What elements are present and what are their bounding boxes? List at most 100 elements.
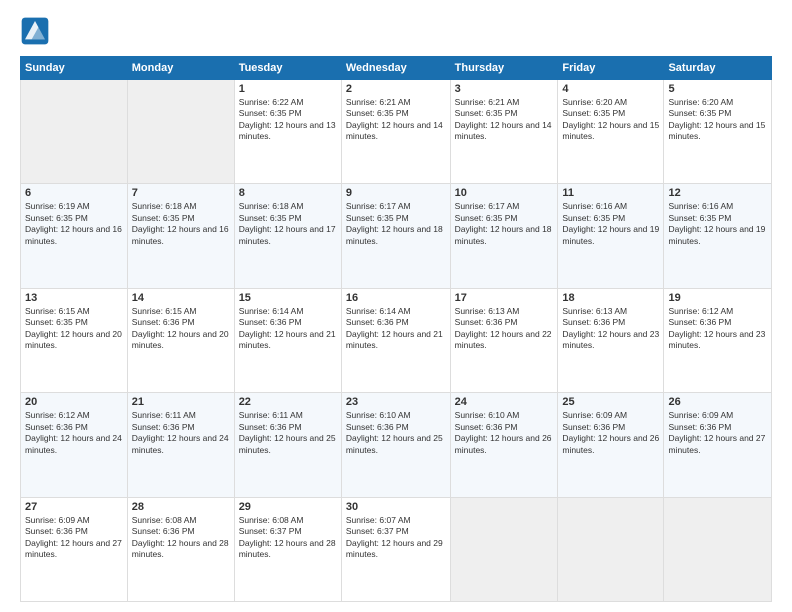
day-info: Sunrise: 6:10 AM Sunset: 6:36 PM Dayligh… <box>346 410 446 456</box>
weekday-header-row: SundayMondayTuesdayWednesdayThursdayFrid… <box>21 57 772 80</box>
week-row-4: 20Sunrise: 6:12 AM Sunset: 6:36 PM Dayli… <box>21 393 772 497</box>
day-number: 25 <box>562 396 659 408</box>
day-cell: 19 Sunrise: 6:12 AM Sunset: 6:36 PM Dayli… <box>664 288 772 392</box>
day-number: 28 <box>132 501 230 513</box>
day-info: Sunrise: 6:15 AM Sunset: 6:36 PM Dayligh… <box>132 306 230 352</box>
weekday-header-tuesday: Tuesday <box>234 57 341 80</box>
day-number: 24 <box>455 396 554 408</box>
day-info: Sunrise: 6:19 AM Sunset: 6:35 PM Dayligh… <box>25 201 123 247</box>
day-cell: 10 Sunrise: 6:17 AM Sunset: 6:35 PM Dayli… <box>450 184 558 288</box>
day-cell: 17 Sunrise: 6:13 AM Sunset: 6:36 PM Dayli… <box>450 288 558 392</box>
day-info: Sunrise: 6:15 AM Sunset: 6:35 PM Dayligh… <box>25 306 123 352</box>
week-row-2: 6 Sunrise: 6:19 AM Sunset: 6:35 PM Daylig… <box>21 184 772 288</box>
day-cell <box>558 497 664 601</box>
week-row-1: 1Sunrise: 6:22 AM Sunset: 6:35 PM Daylig… <box>21 80 772 184</box>
day-cell: 30Sunrise: 6:07 AM Sunset: 6:37 PM Dayli… <box>341 497 450 601</box>
day-number: 1 <box>239 83 337 95</box>
day-info: Sunrise: 6:13 AM Sunset: 6:36 PM Dayligh… <box>562 306 659 352</box>
day-cell: 12 Sunrise: 6:16 AM Sunset: 6:35 PM Dayli… <box>664 184 772 288</box>
day-cell: 21 Sunrise: 6:11 AM Sunset: 6:36 PM Dayli… <box>127 393 234 497</box>
day-cell: 15Sunrise: 6:14 AM Sunset: 6:36 PM Dayli… <box>234 288 341 392</box>
weekday-header-friday: Friday <box>558 57 664 80</box>
day-number: 23 <box>346 396 446 408</box>
weekday-header-thursday: Thursday <box>450 57 558 80</box>
day-number: 3 <box>455 83 554 95</box>
day-cell: 14 Sunrise: 6:15 AM Sunset: 6:36 PM Dayli… <box>127 288 234 392</box>
day-number: 21 <box>132 396 230 408</box>
day-info: Sunrise: 6:13 AM Sunset: 6:36 PM Dayligh… <box>455 306 554 352</box>
day-number: 17 <box>455 292 554 304</box>
day-cell <box>127 80 234 184</box>
day-info: Sunrise: 6:09 AM Sunset: 6:36 PM Dayligh… <box>668 410 767 456</box>
day-cell <box>450 497 558 601</box>
day-info: Sunrise: 6:09 AM Sunset: 6:36 PM Dayligh… <box>562 410 659 456</box>
day-cell: 16 Sunrise: 6:14 AM Sunset: 6:36 PM Dayli… <box>341 288 450 392</box>
weekday-header-wednesday: Wednesday <box>341 57 450 80</box>
day-cell: 27 Sunrise: 6:09 AM Sunset: 6:36 PM Dayli… <box>21 497 128 601</box>
day-number: 9 <box>346 187 446 199</box>
day-info: Sunrise: 6:12 AM Sunset: 6:36 PM Dayligh… <box>668 306 767 352</box>
day-info: Sunrise: 6:20 AM Sunset: 6:35 PM Dayligh… <box>562 97 659 143</box>
day-number: 14 <box>132 292 230 304</box>
day-cell: 1Sunrise: 6:22 AM Sunset: 6:35 PM Daylig… <box>234 80 341 184</box>
weekday-header-sunday: Sunday <box>21 57 128 80</box>
day-info: Sunrise: 6:16 AM Sunset: 6:35 PM Dayligh… <box>668 201 767 247</box>
week-row-3: 13Sunrise: 6:15 AM Sunset: 6:35 PM Dayli… <box>21 288 772 392</box>
day-cell: 4 Sunrise: 6:20 AM Sunset: 6:35 PM Daylig… <box>558 80 664 184</box>
week-row-5: 27 Sunrise: 6:09 AM Sunset: 6:36 PM Dayli… <box>21 497 772 601</box>
day-number: 11 <box>562 187 659 199</box>
day-cell: 11 Sunrise: 6:16 AM Sunset: 6:35 PM Dayli… <box>558 184 664 288</box>
page: SundayMondayTuesdayWednesdayThursdayFrid… <box>0 0 792 612</box>
day-info: Sunrise: 6:18 AM Sunset: 6:35 PM Dayligh… <box>132 201 230 247</box>
day-cell: 7 Sunrise: 6:18 AM Sunset: 6:35 PM Daylig… <box>127 184 234 288</box>
day-number: 16 <box>346 292 446 304</box>
day-cell: 28 Sunrise: 6:08 AM Sunset: 6:36 PM Dayli… <box>127 497 234 601</box>
day-number: 7 <box>132 187 230 199</box>
day-info: Sunrise: 6:21 AM Sunset: 6:35 PM Dayligh… <box>346 97 446 143</box>
day-cell: 8 Sunrise: 6:18 AM Sunset: 6:35 PM Daylig… <box>234 184 341 288</box>
day-info: Sunrise: 6:16 AM Sunset: 6:35 PM Dayligh… <box>562 201 659 247</box>
day-info: Sunrise: 6:17 AM Sunset: 6:35 PM Dayligh… <box>455 201 554 247</box>
day-cell: 2 Sunrise: 6:21 AM Sunset: 6:35 PM Daylig… <box>341 80 450 184</box>
day-info: Sunrise: 6:21 AM Sunset: 6:35 PM Dayligh… <box>455 97 554 143</box>
header <box>20 16 772 46</box>
day-number: 15 <box>239 292 337 304</box>
day-info: Sunrise: 6:07 AM Sunset: 6:37 PM Dayligh… <box>346 515 446 561</box>
day-number: 12 <box>668 187 767 199</box>
day-cell: 23 Sunrise: 6:10 AM Sunset: 6:36 PM Dayli… <box>341 393 450 497</box>
day-number: 27 <box>25 501 123 513</box>
day-cell: 29 Sunrise: 6:08 AM Sunset: 6:37 PM Dayli… <box>234 497 341 601</box>
day-number: 4 <box>562 83 659 95</box>
day-cell: 25 Sunrise: 6:09 AM Sunset: 6:36 PM Dayli… <box>558 393 664 497</box>
day-cell: 18Sunrise: 6:13 AM Sunset: 6:36 PM Dayli… <box>558 288 664 392</box>
day-info: Sunrise: 6:11 AM Sunset: 6:36 PM Dayligh… <box>132 410 230 456</box>
day-cell: 13Sunrise: 6:15 AM Sunset: 6:35 PM Dayli… <box>21 288 128 392</box>
day-info: Sunrise: 6:12 AM Sunset: 6:36 PM Dayligh… <box>25 410 123 456</box>
day-info: Sunrise: 6:14 AM Sunset: 6:36 PM Dayligh… <box>346 306 446 352</box>
day-cell: 22 Sunrise: 6:11 AM Sunset: 6:36 PM Dayli… <box>234 393 341 497</box>
day-info: Sunrise: 6:18 AM Sunset: 6:35 PM Dayligh… <box>239 201 337 247</box>
day-cell <box>21 80 128 184</box>
day-cell: 9 Sunrise: 6:17 AM Sunset: 6:35 PM Daylig… <box>341 184 450 288</box>
day-info: Sunrise: 6:09 AM Sunset: 6:36 PM Dayligh… <box>25 515 123 561</box>
weekday-header-saturday: Saturday <box>664 57 772 80</box>
day-number: 5 <box>668 83 767 95</box>
day-info: Sunrise: 6:10 AM Sunset: 6:36 PM Dayligh… <box>455 410 554 456</box>
day-info: Sunrise: 6:17 AM Sunset: 6:35 PM Dayligh… <box>346 201 446 247</box>
day-number: 19 <box>668 292 767 304</box>
day-info: Sunrise: 6:08 AM Sunset: 6:37 PM Dayligh… <box>239 515 337 561</box>
day-number: 6 <box>25 187 123 199</box>
day-number: 2 <box>346 83 446 95</box>
day-number: 8 <box>239 187 337 199</box>
logo <box>20 16 54 46</box>
day-cell: 20Sunrise: 6:12 AM Sunset: 6:36 PM Dayli… <box>21 393 128 497</box>
day-cell: 5Sunrise: 6:20 AM Sunset: 6:35 PM Daylig… <box>664 80 772 184</box>
logo-icon <box>20 16 50 46</box>
day-info: Sunrise: 6:08 AM Sunset: 6:36 PM Dayligh… <box>132 515 230 561</box>
day-info: Sunrise: 6:11 AM Sunset: 6:36 PM Dayligh… <box>239 410 337 456</box>
day-cell: 6 Sunrise: 6:19 AM Sunset: 6:35 PM Daylig… <box>21 184 128 288</box>
calendar-table: SundayMondayTuesdayWednesdayThursdayFrid… <box>20 56 772 602</box>
day-number: 10 <box>455 187 554 199</box>
day-number: 22 <box>239 396 337 408</box>
day-number: 29 <box>239 501 337 513</box>
